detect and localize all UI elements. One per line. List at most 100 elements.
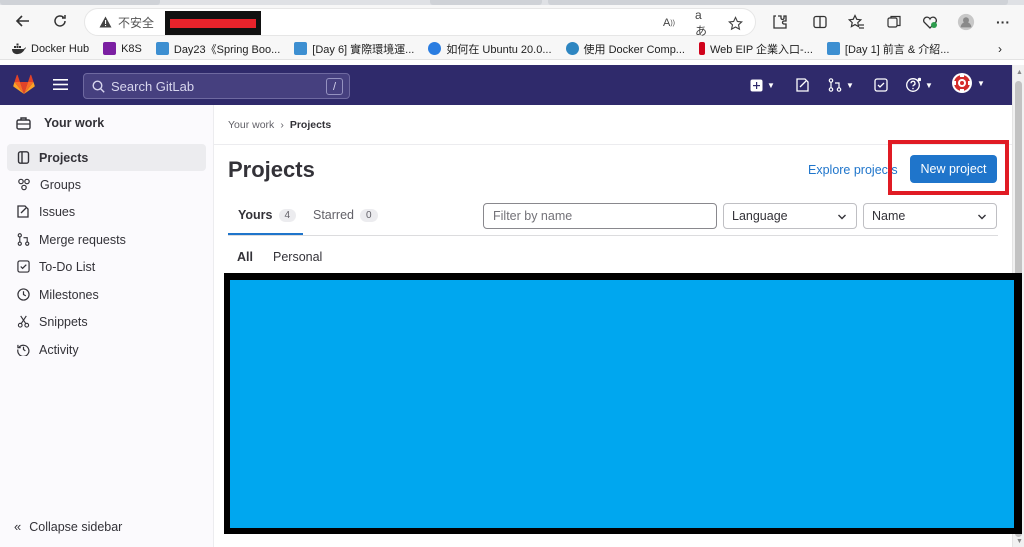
favorite-star-icon[interactable] bbox=[727, 15, 743, 31]
language-select-value: Language bbox=[732, 209, 788, 223]
scroll-up-icon[interactable]: ▲ bbox=[1016, 69, 1023, 76]
browser-essentials-icon[interactable] bbox=[921, 13, 939, 31]
ithome-icon bbox=[155, 42, 169, 55]
bookmark-day1[interactable]: [Day 1] 前言 & 介紹... bbox=[820, 41, 957, 57]
ithome-icon bbox=[826, 42, 840, 55]
sidebar-item-label: Snippets bbox=[39, 314, 88, 329]
sidebar-item-snippets[interactable]: Snippets bbox=[7, 308, 206, 335]
user-menu-dropdown[interactable]: ▼ bbox=[951, 73, 985, 93]
bookmark-day23[interactable]: Day23《Spring Boo... bbox=[149, 41, 287, 57]
collapse-sidebar-button[interactable]: « Collapse sidebar bbox=[14, 519, 122, 534]
breadcrumb-projects[interactable]: Projects bbox=[290, 119, 331, 131]
user-avatar-icon bbox=[952, 73, 972, 93]
sidebar-item-todo-list[interactable]: To-Do List bbox=[7, 253, 206, 280]
sidebar-item-label: Projects bbox=[39, 150, 89, 165]
sidebar-heading-label: Your work bbox=[44, 116, 105, 130]
read-aloud-icon[interactable]: A)) bbox=[661, 15, 677, 31]
ithome-icon bbox=[294, 42, 308, 55]
collections-icon[interactable] bbox=[885, 13, 903, 31]
gitlab-logo-icon[interactable] bbox=[13, 74, 35, 95]
merge-request-icon bbox=[828, 78, 842, 92]
bookmark-label: Docker Hub bbox=[31, 42, 90, 55]
gitlab-top-bar: Search GitLab / ▼ ▼ ▼ ▼ bbox=[0, 65, 1012, 105]
sub-tab-personal[interactable]: Personal bbox=[273, 250, 322, 264]
filter-placeholder: Filter by name bbox=[493, 209, 573, 223]
sort-select-value: Name bbox=[872, 209, 906, 223]
chevron-down-icon: ▼ bbox=[925, 80, 933, 90]
sidebar: Your work Projects Groups Issues Merge r… bbox=[0, 105, 214, 547]
collapse-sidebar-label: Collapse sidebar bbox=[29, 519, 123, 534]
search-input[interactable]: Search GitLab / bbox=[83, 73, 350, 99]
search-icon bbox=[92, 79, 105, 93]
blog-icon bbox=[565, 42, 579, 55]
sidebar-item-merge-requests[interactable]: Merge requests bbox=[7, 226, 206, 253]
sidebar-item-label: Groups bbox=[40, 177, 81, 192]
hamburger-menu-icon[interactable] bbox=[53, 78, 68, 91]
sidebar-item-milestones[interactable]: Milestones bbox=[7, 281, 206, 308]
sidebar-item-label: Issues bbox=[39, 204, 76, 219]
profile-icon[interactable] bbox=[957, 13, 975, 31]
bookmark-label: Web EIP 企業入口-... bbox=[709, 43, 813, 56]
breadcrumb-your-work[interactable]: Your work bbox=[228, 119, 274, 131]
merge-request-icon bbox=[17, 233, 30, 246]
highlight-annotation-box bbox=[888, 140, 1009, 195]
refresh-icon bbox=[54, 15, 66, 27]
chevron-down-icon: ▼ bbox=[767, 80, 775, 90]
bookmark-label: Day23《Spring Boo... bbox=[173, 43, 281, 56]
create-new-dropdown[interactable]: ▼ bbox=[750, 77, 775, 93]
breadcrumb: Your work › Projects bbox=[228, 119, 331, 131]
url-bar[interactable]: 不安全 A)) aあ bbox=[84, 8, 756, 38]
todo-icon[interactable] bbox=[874, 77, 888, 93]
search-placeholder: Search GitLab bbox=[111, 78, 195, 94]
sort-select[interactable]: Name bbox=[863, 203, 997, 229]
sidebar-item-groups[interactable]: Groups bbox=[7, 171, 206, 198]
milestone-icon bbox=[17, 288, 30, 301]
explore-projects-link[interactable]: Explore projects bbox=[808, 163, 898, 177]
filter-by-name-input[interactable]: Filter by name bbox=[483, 203, 717, 229]
chevron-right-icon[interactable]: › bbox=[998, 42, 1002, 56]
issues-icon bbox=[17, 205, 29, 218]
docker-icon bbox=[12, 43, 26, 54]
issues-icon[interactable] bbox=[796, 77, 809, 93]
double-chevron-left-icon: « bbox=[14, 519, 22, 534]
bookmark-web-eip[interactable]: Web EIP 企業入口-... bbox=[692, 41, 820, 57]
bookmark-docker-compose[interactable]: 使用 Docker Comp... bbox=[559, 41, 692, 57]
scroll-down-icon[interactable]: ▼ bbox=[1016, 538, 1023, 545]
bookmark-k8s[interactable]: K8S bbox=[96, 42, 149, 55]
tabs-divider bbox=[228, 235, 998, 236]
tab-yours[interactable]: Yours 4 bbox=[238, 208, 297, 222]
sidebar-heading[interactable]: Your work bbox=[16, 116, 104, 130]
split-screen-icon[interactable] bbox=[811, 13, 829, 31]
sub-tab-all[interactable]: All bbox=[237, 250, 253, 264]
back-button[interactable] bbox=[10, 8, 36, 34]
help-dropdown[interactable]: ▼ bbox=[905, 77, 933, 93]
warning-icon bbox=[99, 16, 112, 28]
sidebar-item-projects[interactable]: Projects bbox=[7, 144, 206, 171]
sidebar-item-label: Activity bbox=[39, 342, 79, 357]
merge-requests-dropdown[interactable]: ▼ bbox=[828, 77, 854, 93]
active-tab-indicator bbox=[228, 233, 303, 235]
bookmark-ubuntu[interactable]: 如何在 Ubuntu 20.0... bbox=[421, 41, 558, 57]
sidebar-item-activity[interactable]: Activity bbox=[7, 336, 206, 363]
bookmark-label: [Day 6] 實際環境運... bbox=[312, 43, 415, 56]
sidebar-item-label: Milestones bbox=[39, 287, 99, 302]
sidebar-item-label: Merge requests bbox=[39, 232, 126, 247]
arrow-left-icon bbox=[15, 15, 29, 27]
sidebar-item-issues[interactable]: Issues bbox=[7, 198, 206, 225]
snippet-icon bbox=[17, 315, 30, 328]
favorites-icon[interactable] bbox=[847, 13, 865, 31]
bookmark-day6[interactable]: [Day 6] 實際環境運... bbox=[287, 41, 421, 57]
digitalocean-icon bbox=[428, 42, 442, 55]
extensions-icon[interactable] bbox=[771, 13, 789, 31]
security-warning[interactable]: 不安全 bbox=[99, 14, 154, 31]
chevron-down-icon: ▼ bbox=[846, 80, 854, 90]
translate-icon[interactable]: aあ bbox=[695, 8, 711, 38]
tab-starred[interactable]: Starred 0 bbox=[313, 208, 378, 222]
refresh-button[interactable] bbox=[47, 8, 73, 34]
tab-label: Starred bbox=[313, 208, 354, 222]
language-select[interactable]: Language bbox=[723, 203, 857, 229]
more-options-icon[interactable]: ··· bbox=[994, 13, 1012, 31]
bookmark-label: 如何在 Ubuntu 20.0... bbox=[446, 43, 552, 56]
address-row: 不安全 A)) aあ ··· bbox=[0, 5, 1024, 38]
bookmark-docker-hub[interactable]: Docker Hub bbox=[4, 43, 96, 55]
